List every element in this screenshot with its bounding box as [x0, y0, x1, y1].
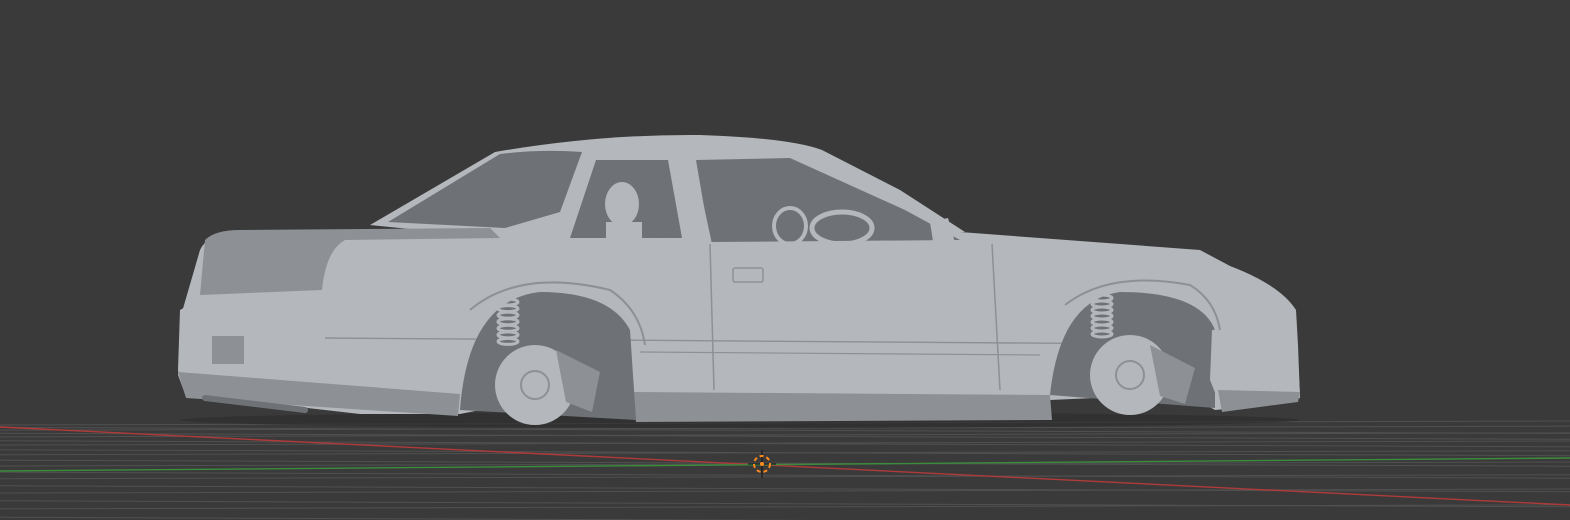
cursor-center: [760, 462, 764, 466]
license-plate: [212, 336, 244, 364]
viewport-canvas[interactable]: [0, 0, 1570, 520]
3d-viewport[interactable]: [0, 0, 1570, 520]
side-skirt: [632, 392, 1052, 422]
seat-headrest: [605, 182, 639, 226]
seat-back: [606, 222, 642, 242]
